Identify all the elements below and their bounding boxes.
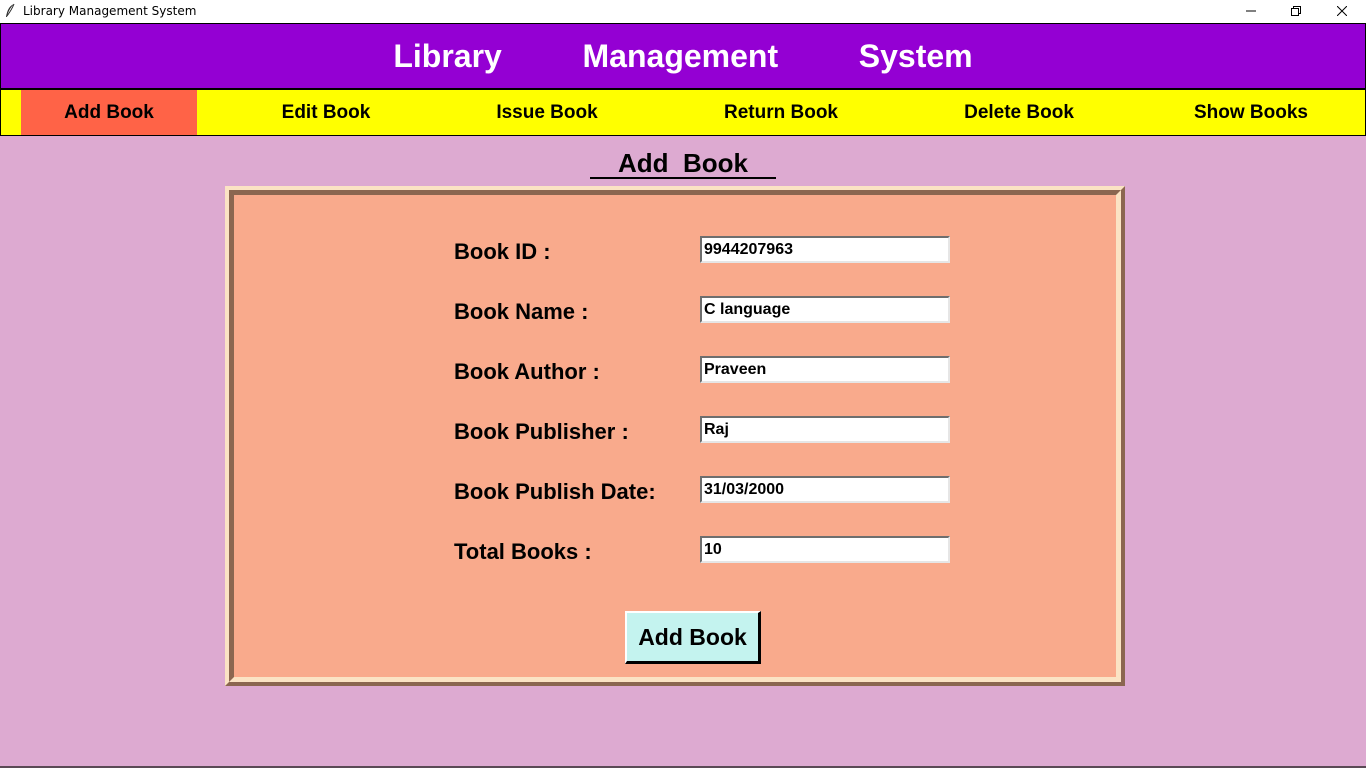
feather-icon bbox=[4, 3, 16, 19]
section-title: Add Book bbox=[618, 148, 748, 178]
close-button[interactable] bbox=[1319, 0, 1365, 23]
book-name-label: Book Name : bbox=[454, 299, 589, 324]
tab-show-books[interactable]: Show Books bbox=[1161, 90, 1341, 135]
book-publish-date-input[interactable] bbox=[700, 476, 950, 503]
restore-button[interactable] bbox=[1273, 0, 1319, 23]
add-book-button[interactable]: Add Book bbox=[625, 611, 761, 664]
tab-issue-book[interactable]: Issue Book bbox=[457, 90, 637, 135]
book-author-label: Book Author : bbox=[454, 359, 600, 384]
close-icon bbox=[1336, 3, 1348, 21]
book-author-input[interactable] bbox=[700, 356, 950, 383]
app-heading: Library Management System bbox=[393, 37, 973, 74]
book-publish-date-label: Book Publish Date: bbox=[454, 479, 656, 504]
form-panel-inner bbox=[229, 190, 1121, 682]
total-books-input[interactable] bbox=[700, 536, 950, 563]
nav-bar: Add Book Edit Book Issue Book Return Boo… bbox=[0, 89, 1366, 136]
minimize-icon bbox=[1246, 3, 1256, 21]
tab-return-book[interactable]: Return Book bbox=[691, 90, 871, 135]
header-banner: Library Management System bbox=[0, 23, 1366, 89]
tab-add-book[interactable]: Add Book bbox=[21, 90, 197, 135]
book-id-label: Book ID : bbox=[454, 239, 551, 264]
restore-icon bbox=[1291, 3, 1301, 21]
section-title-underline bbox=[590, 177, 776, 179]
total-books-label: Total Books : bbox=[454, 539, 592, 564]
window-title: Library Management System bbox=[23, 4, 197, 18]
book-publisher-input[interactable] bbox=[700, 416, 950, 443]
tab-edit-book[interactable]: Edit Book bbox=[237, 90, 415, 135]
book-publisher-label: Book Publisher : bbox=[454, 419, 629, 444]
minimize-button[interactable] bbox=[1228, 0, 1274, 23]
book-name-input[interactable] bbox=[700, 296, 950, 323]
tab-delete-book[interactable]: Delete Book bbox=[929, 90, 1109, 135]
book-id-input[interactable] bbox=[700, 236, 950, 263]
window-titlebar: Library Management System bbox=[0, 0, 1366, 23]
